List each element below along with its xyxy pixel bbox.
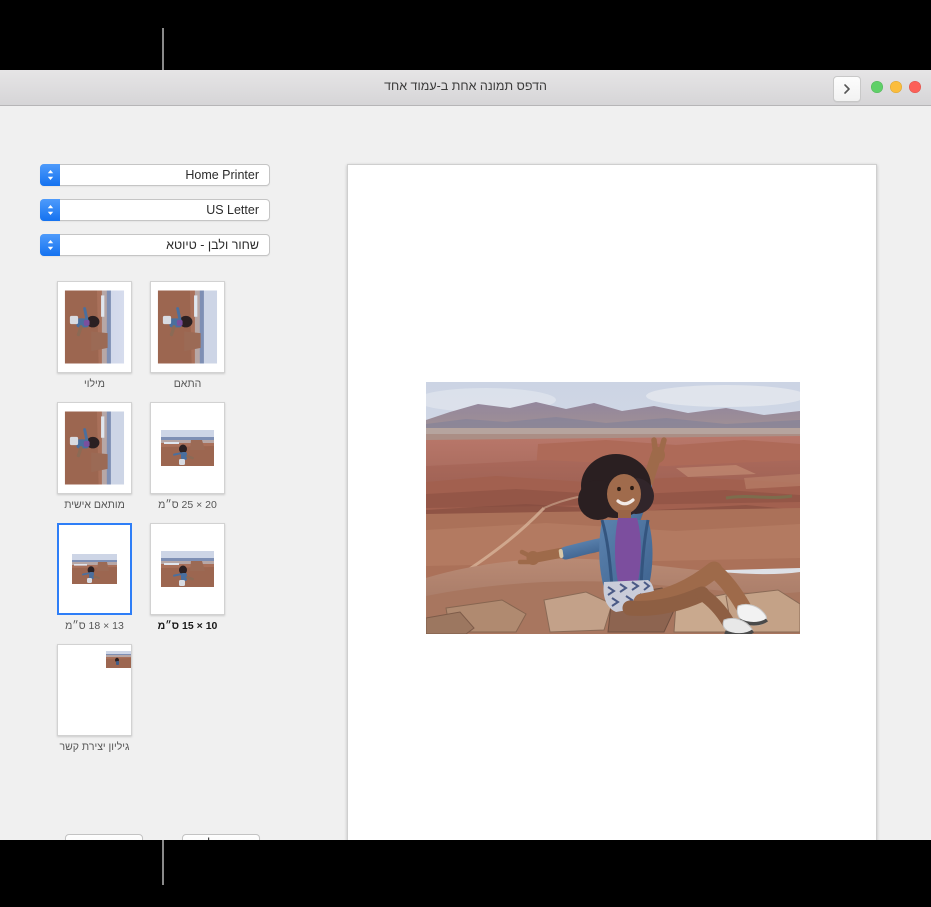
layout-thumb[interactable]: [57, 402, 132, 494]
canyon-photo-image: [426, 382, 800, 634]
print-button[interactable]: הדפס: [65, 834, 143, 840]
photo-thumbnail: [106, 651, 131, 668]
layout-option-13x18[interactable]: 13 × 18 ס״מ: [56, 523, 133, 632]
dialog-body: Home Printer US Letter שחור ולבן - טיוטא…: [0, 106, 931, 840]
layout-option-label: מותאם אישית: [64, 499, 125, 511]
popup-buttons-group: Home Printer US Letter שחור ולבן - טיוטא: [40, 164, 270, 269]
layout-row: מילוי התאם: [56, 281, 266, 390]
dialog-buttons: הדפס ביטול: [65, 834, 260, 840]
layout-option-contact-sheet[interactable]: גיליון יצירת קשר: [56, 644, 133, 753]
layout-option-fill[interactable]: מילוי: [56, 281, 133, 390]
stepper-updown-icon: [40, 164, 60, 186]
photo-thumbnail: [72, 554, 117, 584]
layout-option-label: מילוי: [84, 378, 105, 390]
layout-option-label: התאם: [173, 378, 202, 390]
print-preview-page[interactable]: [347, 164, 877, 840]
layout-thumb[interactable]: [57, 281, 132, 373]
layout-option-label: 20 × 25 ס״מ: [158, 499, 217, 511]
layout-thumb-selected[interactable]: [57, 523, 132, 615]
stepper-updown-icon: [40, 199, 60, 221]
photo-thumbnail: [64, 290, 125, 364]
layout-option-custom[interactable]: מותאם אישית: [56, 402, 133, 511]
title-bar: הדפס תמונה אחת ב-עמוד אחד: [0, 70, 931, 106]
layout-thumb[interactable]: [150, 523, 225, 615]
minimize-button[interactable]: [890, 81, 902, 93]
photo-thumbnail: [161, 430, 214, 466]
stepper-updown-icon: [40, 234, 60, 256]
zoom-button[interactable]: [871, 81, 883, 93]
layout-thumb[interactable]: [150, 281, 225, 373]
layout-thumb[interactable]: [150, 402, 225, 494]
layout-options-grid: מילוי התאם מותאם אישית 20 × 25 ס״מ 13 × …: [56, 281, 266, 765]
expand-details-button[interactable]: [833, 76, 861, 102]
options-panel: Home Printer US Letter שחור ולבן - טיוטא…: [0, 106, 320, 840]
paper-size-popup[interactable]: US Letter: [40, 199, 270, 221]
layout-thumb[interactable]: [57, 644, 132, 736]
layout-option-label: גיליון יצירת קשר: [59, 741, 130, 753]
chevron-right-icon: [842, 83, 852, 95]
layout-option-20x25[interactable]: 20 × 25 ס״מ: [149, 402, 226, 511]
cancel-button[interactable]: ביטול: [182, 834, 260, 840]
print-style-popup[interactable]: שחור ולבן - טיוטא: [40, 234, 270, 256]
layout-option-label: 13 × 18 ס״מ: [65, 620, 124, 632]
layout-option-fit[interactable]: התאם: [149, 281, 226, 390]
photo-thumbnail: [64, 411, 125, 485]
photo-thumbnail: [161, 551, 214, 587]
printer-popup-value: Home Printer: [185, 168, 259, 182]
window-title: הדפס תמונה אחת ב-עמוד אחד: [384, 79, 547, 93]
layout-option-label: 10 × 15 ס״מ: [157, 620, 218, 632]
close-button[interactable]: [909, 81, 921, 93]
print-style-popup-value: שחור ולבן - טיוטא: [166, 238, 259, 252]
window-controls: [871, 81, 921, 93]
screenshot-root: הדפס תמונה אחת ב-עמוד אחד Home Printer U…: [0, 0, 931, 907]
paper-size-popup-value: US Letter: [206, 203, 259, 217]
layout-row: 13 × 18 ס״מ 10 × 15 ס״מ: [56, 523, 266, 632]
printer-popup[interactable]: Home Printer: [40, 164, 270, 186]
photo-thumbnail: [157, 290, 218, 364]
print-dialog-window: הדפס תמונה אחת ב-עמוד אחד Home Printer U…: [0, 70, 931, 840]
layout-row: גיליון יצירת קשר: [56, 644, 266, 753]
preview-photo: [426, 382, 800, 634]
layout-option-10x15[interactable]: 10 × 15 ס״מ: [149, 523, 226, 632]
layout-row: מותאם אישית 20 × 25 ס״מ: [56, 402, 266, 511]
